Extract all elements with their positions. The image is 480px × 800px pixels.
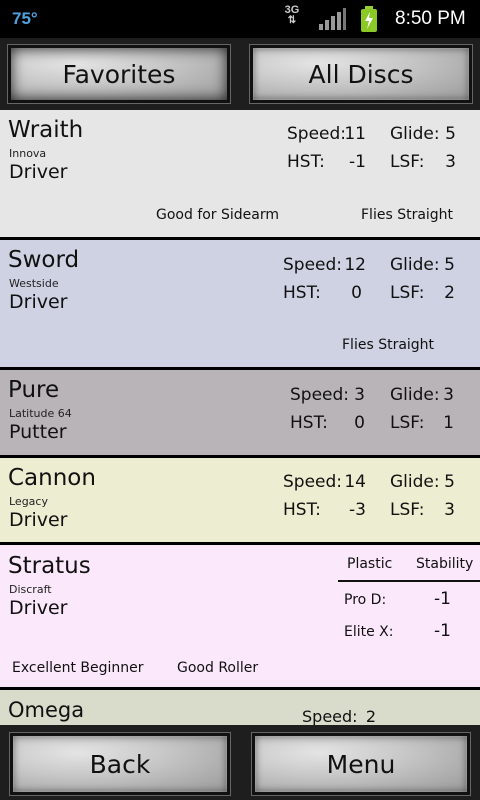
glide-value: 5 — [445, 124, 456, 144]
bottom-bar: Back Menu — [0, 725, 480, 800]
disc-name: Omega — [8, 698, 85, 722]
speed-value: 14 — [344, 472, 366, 492]
disc-brand: Discraft — [9, 583, 52, 596]
speed-label: Speed: — [287, 124, 347, 144]
hst-value: 0 — [354, 413, 365, 433]
lsf-label: LSF: — [390, 413, 425, 433]
disc-card-omega[interactable]: Omega Speed: 2 — [0, 690, 480, 725]
hst-value: -1 — [349, 152, 366, 172]
clock: 8:50 PM — [395, 8, 466, 29]
disc-brand: Latitude 64 — [9, 407, 72, 420]
disc-type: Driver — [9, 509, 68, 531]
tab-all-discs[interactable]: All Discs — [249, 44, 473, 104]
disc-type: Driver — [9, 161, 68, 183]
battery-charging-icon — [361, 6, 377, 32]
disc-name: Pure — [8, 377, 60, 403]
hst-value: 0 — [351, 283, 362, 303]
speed-value: 3 — [354, 385, 365, 405]
speed-label: Speed: — [290, 385, 350, 405]
stability-value: -1 — [434, 589, 451, 609]
lsf-value: 1 — [443, 413, 454, 433]
disc-name: Sword — [8, 247, 80, 273]
disc-card-sword[interactable]: Sword Westside Driver Speed: 12 Glide: 5… — [0, 240, 480, 370]
table-divider — [338, 580, 480, 582]
lsf-label: LSF: — [390, 283, 425, 303]
stability-header: Stability — [416, 556, 474, 572]
speed-label: Speed: — [283, 472, 343, 492]
stability-value: -1 — [434, 621, 451, 641]
tab-favorites[interactable]: Favorites — [7, 44, 231, 104]
lsf-value: 3 — [444, 500, 455, 520]
glide-label: Glide: — [390, 385, 440, 405]
disc-type: Driver — [9, 597, 68, 619]
plastic-name: Pro D: — [344, 592, 387, 608]
disc-brand: Westside — [9, 277, 59, 290]
disc-brand: Legacy — [9, 495, 48, 508]
lsf-value: 3 — [445, 152, 456, 172]
disc-name: Stratus — [8, 553, 91, 579]
disc-tag: Excellent Beginner — [12, 660, 144, 676]
glide-value: 5 — [444, 472, 455, 492]
lsf-value: 2 — [444, 283, 455, 303]
lsf-label: LSF: — [390, 500, 425, 520]
speed-value: 12 — [344, 255, 366, 275]
speed-label: Speed: — [302, 707, 358, 725]
menu-button[interactable]: Menu — [251, 732, 471, 796]
back-button[interactable]: Back — [9, 732, 231, 796]
speed-label: Speed: — [283, 255, 343, 275]
hst-value: -3 — [349, 500, 366, 520]
disc-card-wraith[interactable]: Wraith Innova Driver Speed: 11 Glide: 5 … — [0, 110, 480, 240]
disc-name: Cannon — [8, 465, 96, 491]
disc-card-stratus[interactable]: Stratus Discraft Driver Plastic Stabilit… — [0, 545, 480, 690]
disc-tag: Good Roller — [177, 660, 259, 676]
disc-card-pure[interactable]: Pure Latitude 64 Putter Speed: 3 Glide: … — [0, 370, 480, 458]
speed-value: 2 — [365, 707, 376, 725]
weather-temperature: 75° — [12, 9, 38, 28]
disc-tag: Flies Straight — [342, 337, 435, 353]
glide-value: 5 — [444, 255, 455, 275]
status-bar: 75° 3G ⇅ 8:50 PM — [0, 0, 480, 38]
hst-label: HST: — [287, 152, 325, 172]
disc-card-cannon[interactable]: Cannon Legacy Driver Speed: 14 Glide: 5 … — [0, 458, 480, 545]
disc-brand: Innova — [9, 147, 47, 160]
hst-label: HST: — [290, 413, 328, 433]
disc-type: Putter — [9, 421, 67, 443]
disc-list[interactable]: Wraith Innova Driver Speed: 11 Glide: 5 … — [0, 110, 480, 725]
plastic-name: Elite X: — [344, 624, 394, 640]
glide-label: Glide: — [390, 255, 440, 275]
speed-value: 11 — [344, 124, 366, 144]
disc-tag: Good for Sidearm — [156, 207, 280, 223]
hst-label: HST: — [283, 283, 321, 303]
disc-tag: Flies Straight — [361, 207, 454, 223]
disc-name: Wraith — [8, 117, 84, 143]
lsf-label: LSF: — [390, 152, 425, 172]
signal-bars-icon — [319, 8, 346, 30]
tab-bar: Favorites All Discs — [0, 38, 480, 110]
hst-label: HST: — [283, 500, 321, 520]
plastic-header: Plastic — [347, 556, 393, 572]
glide-label: Glide: — [390, 124, 440, 144]
glide-label: Glide: — [390, 472, 440, 492]
glide-value: 3 — [443, 385, 454, 405]
network-indicator-icon: 3G ⇅ — [281, 5, 303, 26]
disc-type: Driver — [9, 291, 68, 313]
